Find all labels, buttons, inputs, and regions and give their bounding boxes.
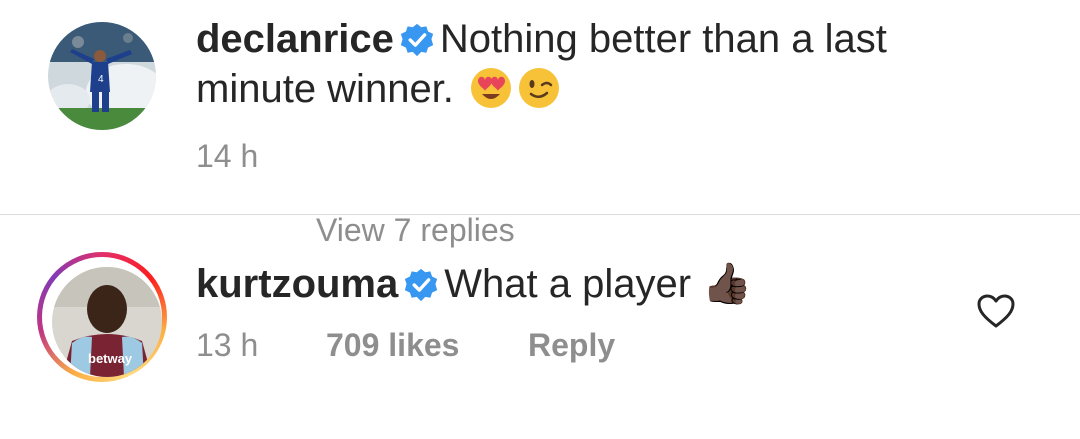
svg-text:4: 4	[98, 74, 104, 85]
comment-body: What a player 👍🏿	[444, 262, 752, 306]
comment-username[interactable]: kurtzouma	[196, 262, 398, 306]
comment-row: betway kurtzouma What a player 👍🏿 13 h 7…	[0, 215, 1080, 439]
caption-text: declanrice Nothing better than a last mi…	[196, 14, 976, 114]
avatar-photo: 4	[48, 22, 156, 130]
story-ring[interactable]: betway	[37, 252, 167, 382]
declanrice-avatar[interactable]: 4	[48, 22, 156, 130]
verified-badge-icon	[405, 268, 438, 302]
verified-badge-icon	[400, 23, 434, 57]
view-replies-link[interactable]: View 7 replies	[316, 212, 515, 249]
post-caption: 4 declanrice Nothing better than a last …	[0, 0, 1080, 215]
comment-likes[interactable]: 709 likes	[326, 327, 459, 364]
svg-text:betway: betway	[88, 351, 133, 366]
heart-eyes-emoji	[471, 68, 512, 108]
post-username[interactable]: declanrice	[196, 17, 394, 61]
avatar-photo: betway	[52, 267, 162, 377]
reply-button[interactable]: Reply	[528, 327, 615, 364]
comment-text: kurtzouma What a player 👍🏿	[196, 259, 976, 309]
kurtzouma-avatar[interactable]: betway	[52, 267, 162, 377]
comment-timestamp: 13 h	[196, 327, 259, 363]
heart-outline-icon[interactable]	[976, 293, 1016, 329]
winking-face-emoji	[519, 68, 560, 108]
post-timestamp: 14 h	[196, 138, 259, 174]
